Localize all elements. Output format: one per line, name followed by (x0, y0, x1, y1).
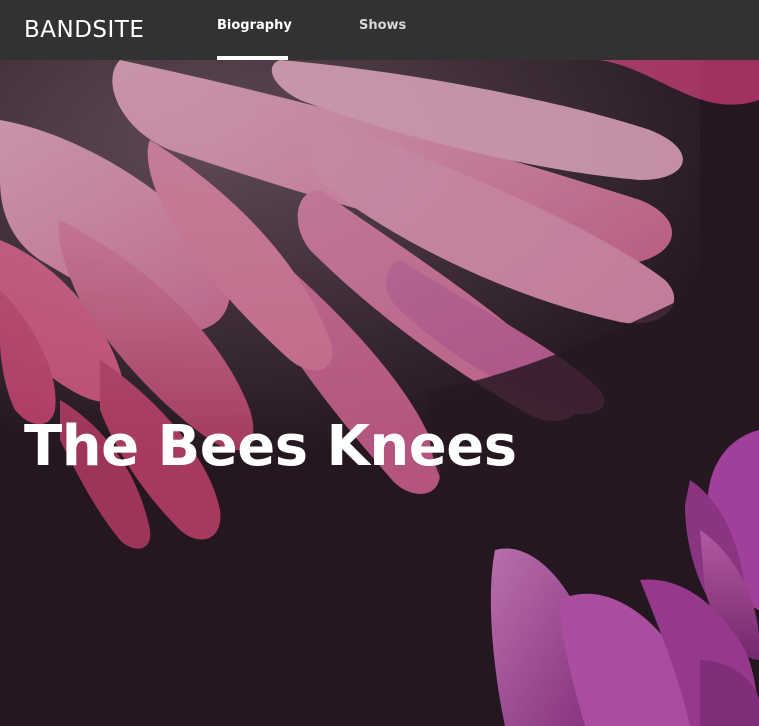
nav-item-biography[interactable]: Biography (217, 0, 292, 60)
active-nav-indicator (217, 56, 288, 60)
nav-item-shows[interactable]: Shows (359, 0, 406, 60)
site-logo[interactable]: BANDSITE (24, 16, 144, 44)
hero-background-image (0, 60, 759, 726)
nav-item-biography-label: Biography (217, 18, 292, 33)
hero-title: The Bees Knees (24, 414, 517, 479)
page: BANDSITE Biography Shows The Bees Knees (0, 0, 759, 726)
nav-item-shows-label: Shows (359, 18, 407, 33)
site-header: BANDSITE Biography Shows (0, 0, 759, 60)
hero-section: The Bees Knees (0, 60, 759, 726)
